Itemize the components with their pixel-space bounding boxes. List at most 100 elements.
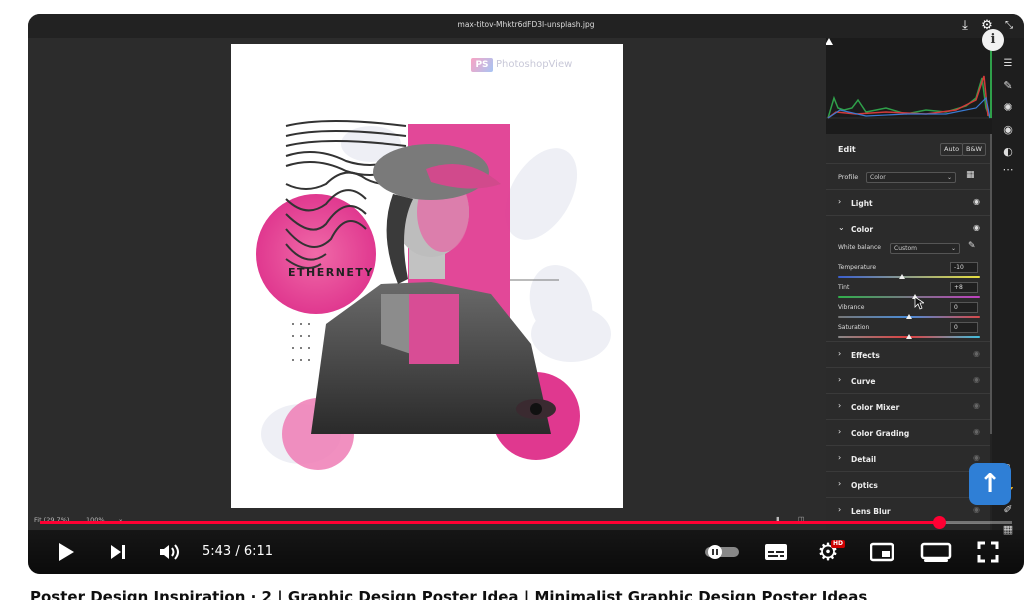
temperature-label: Temperature xyxy=(838,264,877,271)
section-curve[interactable]: › Curve ◉ xyxy=(826,368,990,394)
eye-icon[interactable]: ◉ xyxy=(973,453,980,462)
info-icon[interactable]: i xyxy=(982,29,1004,51)
miniplayer-icon xyxy=(869,542,895,562)
presets-icon[interactable]: ◐ xyxy=(998,144,1018,160)
edit-controls: Edit Auto B&W Profile Color ⌄ ▦ › Light … xyxy=(826,134,990,530)
section-detail[interactable]: › Detail ◉ xyxy=(826,446,990,472)
more-icon[interactable]: ⋯ xyxy=(998,162,1018,178)
profile-value: Color xyxy=(870,174,886,181)
chevron-down-icon: ⌄ xyxy=(946,174,952,181)
editor-titlebar: max-titov-Mhktr6dFD3I-unsplash.jpg ⤓ ⚙ ⤡ xyxy=(28,14,1024,38)
fullscreen-icon xyxy=(977,541,999,563)
section-title: Detail xyxy=(851,455,877,464)
profile-browser-icon[interactable]: ▦ xyxy=(966,170,975,180)
progress-bar[interactable] xyxy=(40,516,1012,529)
time-display: 5:43 / 6:11 xyxy=(202,544,274,559)
saturation-thumb[interactable] xyxy=(906,334,912,339)
saturation-label: Saturation xyxy=(838,324,870,331)
section-effects[interactable]: › Effects ◉ xyxy=(826,342,990,368)
collapse-arrow-icon: ⌄ xyxy=(838,223,845,232)
next-button[interactable] xyxy=(104,538,132,566)
eye-icon[interactable]: ◉ xyxy=(973,505,980,514)
section-optics[interactable]: ›Optics◉ xyxy=(826,472,990,498)
autoplay-icon xyxy=(705,545,739,559)
profile-row: Profile Color ⌄ ▦ xyxy=(826,164,990,190)
play-button[interactable] xyxy=(52,538,80,566)
section-title: Color Grading xyxy=(851,429,910,438)
hd-badge: HD xyxy=(831,540,846,548)
subtitles-button[interactable] xyxy=(762,538,790,566)
section-color-header[interactable]: ⌄ Color ◉ xyxy=(826,216,990,242)
saturation-value[interactable]: 0 xyxy=(950,322,978,333)
eye-icon[interactable]: ◉ xyxy=(973,349,980,358)
video-player[interactable]: max-titov-Mhktr6dFD3I-unsplash.jpg ⤓ ⚙ ⤡… xyxy=(28,14,1024,574)
histogram xyxy=(826,38,992,134)
arrow-up-icon: ↑ xyxy=(979,469,1001,499)
tint-value[interactable]: +8 xyxy=(950,282,978,293)
file-name: max-titov-Mhktr6dFD3I-unsplash.jpg xyxy=(457,20,595,29)
section-color-grading[interactable]: › Color Grading ◉ xyxy=(826,420,990,446)
section-color-mixer[interactable]: › Color Mixer ◉ xyxy=(826,394,990,420)
download-icon[interactable]: ⤓ xyxy=(956,17,974,35)
section-title: Effects xyxy=(851,351,880,360)
progress-scrubber[interactable] xyxy=(933,516,947,529)
collapse-icon[interactable]: ⤡ xyxy=(1000,17,1018,35)
eye-icon[interactable]: ◉ xyxy=(973,375,980,384)
fullscreen-button[interactable] xyxy=(974,538,1002,566)
temperature-value[interactable]: -10 xyxy=(950,262,978,273)
subtitles-icon xyxy=(765,544,787,560)
section-title: Light xyxy=(851,199,873,208)
editor-canvas: PS PhotoshopView ETHERNETY xyxy=(28,38,826,530)
redeye-icon[interactable]: ◉ xyxy=(998,122,1018,138)
sliders-icon[interactable]: ☰ xyxy=(998,56,1018,72)
section-title: Lens Blur xyxy=(851,507,891,516)
auto-button[interactable]: Auto xyxy=(940,143,964,156)
section-light[interactable]: › Light ◉ xyxy=(826,190,990,216)
theater-button[interactable] xyxy=(918,538,954,566)
settings-button[interactable]: ⚙ HD xyxy=(814,538,846,566)
profile-select[interactable]: Color ⌄ xyxy=(866,172,956,183)
expand-arrow-icon: › xyxy=(838,375,842,384)
play-icon xyxy=(59,543,74,561)
theater-icon xyxy=(920,542,952,562)
white-balance-select[interactable]: Custom ⌄ xyxy=(890,243,960,254)
eye-icon[interactable]: ◉ xyxy=(973,197,980,206)
temperature-slider[interactable] xyxy=(838,276,980,278)
video-title[interactable]: Poster Design Inspiration · 2 | Graphic … xyxy=(30,588,1020,600)
edit-panel: Edit Auto B&W Profile Color ⌄ ▦ › Light … xyxy=(826,38,992,530)
section-title: Color Mixer xyxy=(851,403,900,412)
vibrance-thumb[interactable] xyxy=(906,314,912,319)
expand-arrow-icon: › xyxy=(838,505,842,514)
expand-arrow-icon: › xyxy=(838,349,842,358)
side-toolbar: ☰ ✎ ✺ ◉ ◐ ⋯ ⌕ ✋ ✐ ▦ xyxy=(992,38,1024,536)
section-color: ⌄ Color ◉ White balance Custom ⌄ ✎ Tempe… xyxy=(826,216,990,342)
scroll-to-top-button[interactable]: ↑ xyxy=(969,463,1011,505)
player-controls: 5:43 / 6:11 ⚙ HD xyxy=(28,530,1024,574)
profile-label: Profile xyxy=(838,173,859,181)
vibrance-value[interactable]: 0 xyxy=(950,302,978,313)
tint-label: Tint xyxy=(838,284,850,291)
heal-icon[interactable]: ✺ xyxy=(998,100,1018,116)
volume-button[interactable] xyxy=(156,538,184,566)
eyedropper-icon[interactable]: ✎ xyxy=(968,241,976,251)
expand-arrow-icon: › xyxy=(838,427,842,436)
section-title: Color xyxy=(851,225,874,234)
bw-button[interactable]: B&W xyxy=(962,143,986,156)
white-balance-value: Custom xyxy=(894,245,917,252)
autoplay-toggle[interactable] xyxy=(704,538,740,566)
edit-header: Edit Auto B&W xyxy=(826,134,990,164)
expand-arrow-icon: › xyxy=(838,401,842,410)
white-balance-label: White balance xyxy=(838,244,881,251)
eye-icon[interactable]: ◉ xyxy=(973,401,980,410)
chevron-down-icon: ⌄ xyxy=(950,245,956,252)
section-title: Curve xyxy=(851,377,876,386)
eye-icon[interactable]: ◉ xyxy=(973,427,980,436)
miniplayer-button[interactable] xyxy=(868,538,896,566)
expand-arrow-icon: › xyxy=(838,453,842,462)
temperature-thumb[interactable] xyxy=(898,274,905,279)
poster-artboard: PS PhotoshopView ETHERNETY xyxy=(231,44,623,508)
brush-icon[interactable]: ✎ xyxy=(998,78,1018,94)
mouse-cursor-icon xyxy=(914,296,924,310)
tint-slider[interactable] xyxy=(838,296,980,298)
eye-icon[interactable]: ◉ xyxy=(973,223,980,232)
